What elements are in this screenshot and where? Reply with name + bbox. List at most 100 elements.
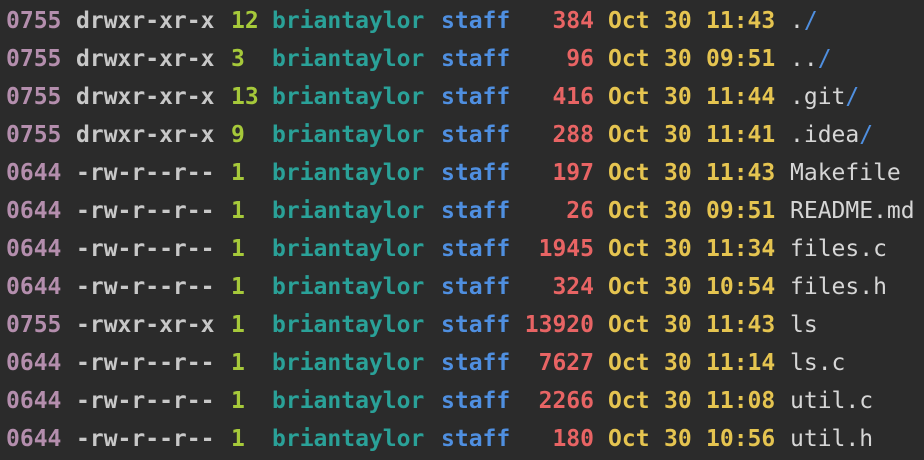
directory-slash: / (859, 122, 874, 148)
listing-row: 0755 drwxr-xr-x 12 briantaylor staff 384 Oct 30… (0, 2, 924, 40)
permissions: -rw-r--r-- (76, 236, 215, 262)
link-count: 1 (231, 350, 245, 376)
permissions: -rw-r--r-- (76, 198, 215, 224)
modified-day: 30 (664, 350, 692, 376)
permissions: drwxr-xr-x (76, 46, 215, 72)
octal-mode: 0644 (6, 274, 62, 300)
modified-day: 30 (664, 198, 692, 224)
group: staff (441, 198, 511, 224)
octal-mode: 0755 (6, 122, 62, 148)
modified-time: 11:43 (706, 160, 776, 186)
file-size: 384 (552, 8, 594, 34)
modified-time: 10:54 (706, 274, 776, 300)
group: staff (441, 46, 511, 72)
modified-day: 30 (664, 274, 692, 300)
modified-day: 30 (664, 388, 692, 414)
file-size: 416 (552, 84, 594, 110)
file-name: .git/ (790, 78, 859, 116)
file-size: 96 (566, 46, 594, 72)
owner: briantaylor (272, 84, 425, 110)
modified-month: Oct (608, 122, 650, 148)
listing-row: 0644 -rw-r--r-- 1 briantaylor staff 7627 Oct 30… (0, 344, 924, 382)
file-name: ../ (790, 40, 832, 78)
file-name-text: .idea (790, 122, 860, 148)
modified-time: 09:51 (706, 46, 776, 72)
file-name: files.h (790, 268, 887, 306)
directory-slash: / (817, 46, 832, 72)
file-listing: 0755 drwxr-xr-x 12 briantaylor staff 384 Oct 30… (0, 2, 924, 458)
permissions: -rw-r--r-- (76, 274, 215, 300)
group: staff (441, 160, 511, 186)
file-size: 1945 (538, 236, 594, 262)
listing-row: 0644 -rw-r--r-- 1 briantaylor staff 2266 Oct 30… (0, 382, 924, 420)
modified-time: 11:41 (706, 122, 776, 148)
terminal-output: 0755 drwxr-xr-x 12 briantaylor staff 384 Oct 30… (0, 0, 924, 460)
file-name-text: ls.c (790, 350, 846, 376)
permissions: -rw-r--r-- (76, 350, 215, 376)
file-size: 7627 (538, 350, 594, 376)
file-size: 288 (552, 122, 594, 148)
file-name: .idea/ (790, 116, 873, 154)
file-name: util.c (790, 382, 873, 420)
file-name: ./ (790, 2, 818, 40)
listing-row: 0644 -rw-r--r-- 1 briantaylor staff 324 Oct 30 1… (0, 268, 924, 306)
file-name-text: . (790, 8, 804, 34)
group: staff (441, 312, 511, 338)
group: staff (441, 388, 511, 414)
listing-row: 0644 -rw-r--r-- 1 briantaylor staff 180 Oct 30 1… (0, 420, 924, 458)
modified-month: Oct (608, 312, 650, 338)
listing-row: 0755 drwxr-xr-x 13 briantaylor staff 416 Oct 30… (0, 78, 924, 116)
modified-month: Oct (608, 274, 650, 300)
modified-month: Oct (608, 350, 650, 376)
modified-day: 30 (664, 426, 692, 452)
modified-time: 10:56 (706, 426, 776, 452)
modified-month: Oct (608, 84, 650, 110)
link-count: 12 (231, 8, 259, 34)
octal-mode: 0644 (6, 236, 62, 262)
listing-row: 0644 -rw-r--r-- 1 briantaylor staff 197 Oct 30 1… (0, 154, 924, 192)
modified-time: 09:51 (706, 198, 776, 224)
octal-mode: 0644 (6, 198, 62, 224)
octal-mode: 0644 (6, 426, 62, 452)
modified-time: 11:43 (706, 312, 776, 338)
modified-day: 30 (664, 160, 692, 186)
octal-mode: 0755 (6, 312, 62, 338)
modified-day: 30 (664, 84, 692, 110)
modified-month: Oct (608, 8, 650, 34)
listing-row: 0755 -rwxr-xr-x 1 briantaylor staff 13920 Oct 3… (0, 306, 924, 344)
octal-mode: 0755 (6, 84, 62, 110)
modified-time: 11:34 (706, 236, 776, 262)
owner: briantaylor (272, 46, 425, 72)
listing-row: 0644 -rw-r--r-- 1 briantaylor staff 1945 Oct 30… (0, 230, 924, 268)
file-name-text: files.c (790, 236, 887, 262)
permissions: drwxr-xr-x (76, 122, 215, 148)
octal-mode: 0755 (6, 8, 62, 34)
listing-row: 0644 -rw-r--r-- 1 briantaylor staff 26 Oct 30 09… (0, 192, 924, 230)
group: staff (441, 8, 511, 34)
file-name: README.md (790, 192, 915, 230)
modified-day: 30 (664, 46, 692, 72)
link-count: 1 (231, 198, 245, 224)
link-count: 3 (231, 46, 245, 72)
file-name: ls (790, 306, 818, 344)
file-size: 26 (566, 198, 594, 224)
listing-row: 0755 drwxr-xr-x 9 briantaylor staff 288 Oct 30 1… (0, 116, 924, 154)
owner: briantaylor (272, 160, 425, 186)
owner: briantaylor (272, 312, 425, 338)
link-count: 1 (231, 426, 245, 452)
permissions: -rwxr-xr-x (76, 312, 215, 338)
directory-slash: / (803, 8, 818, 34)
file-name: files.c (790, 230, 887, 268)
owner: briantaylor (272, 274, 425, 300)
link-count: 1 (231, 160, 245, 186)
file-size: 324 (552, 274, 594, 300)
owner: briantaylor (272, 426, 425, 452)
link-count: 9 (231, 122, 245, 148)
permissions: -rw-r--r-- (76, 160, 215, 186)
modified-month: Oct (608, 236, 650, 262)
group: staff (441, 426, 511, 452)
link-count: 1 (231, 236, 245, 262)
octal-mode: 0644 (6, 388, 62, 414)
file-name-text: .. (790, 46, 818, 72)
group: staff (441, 350, 511, 376)
